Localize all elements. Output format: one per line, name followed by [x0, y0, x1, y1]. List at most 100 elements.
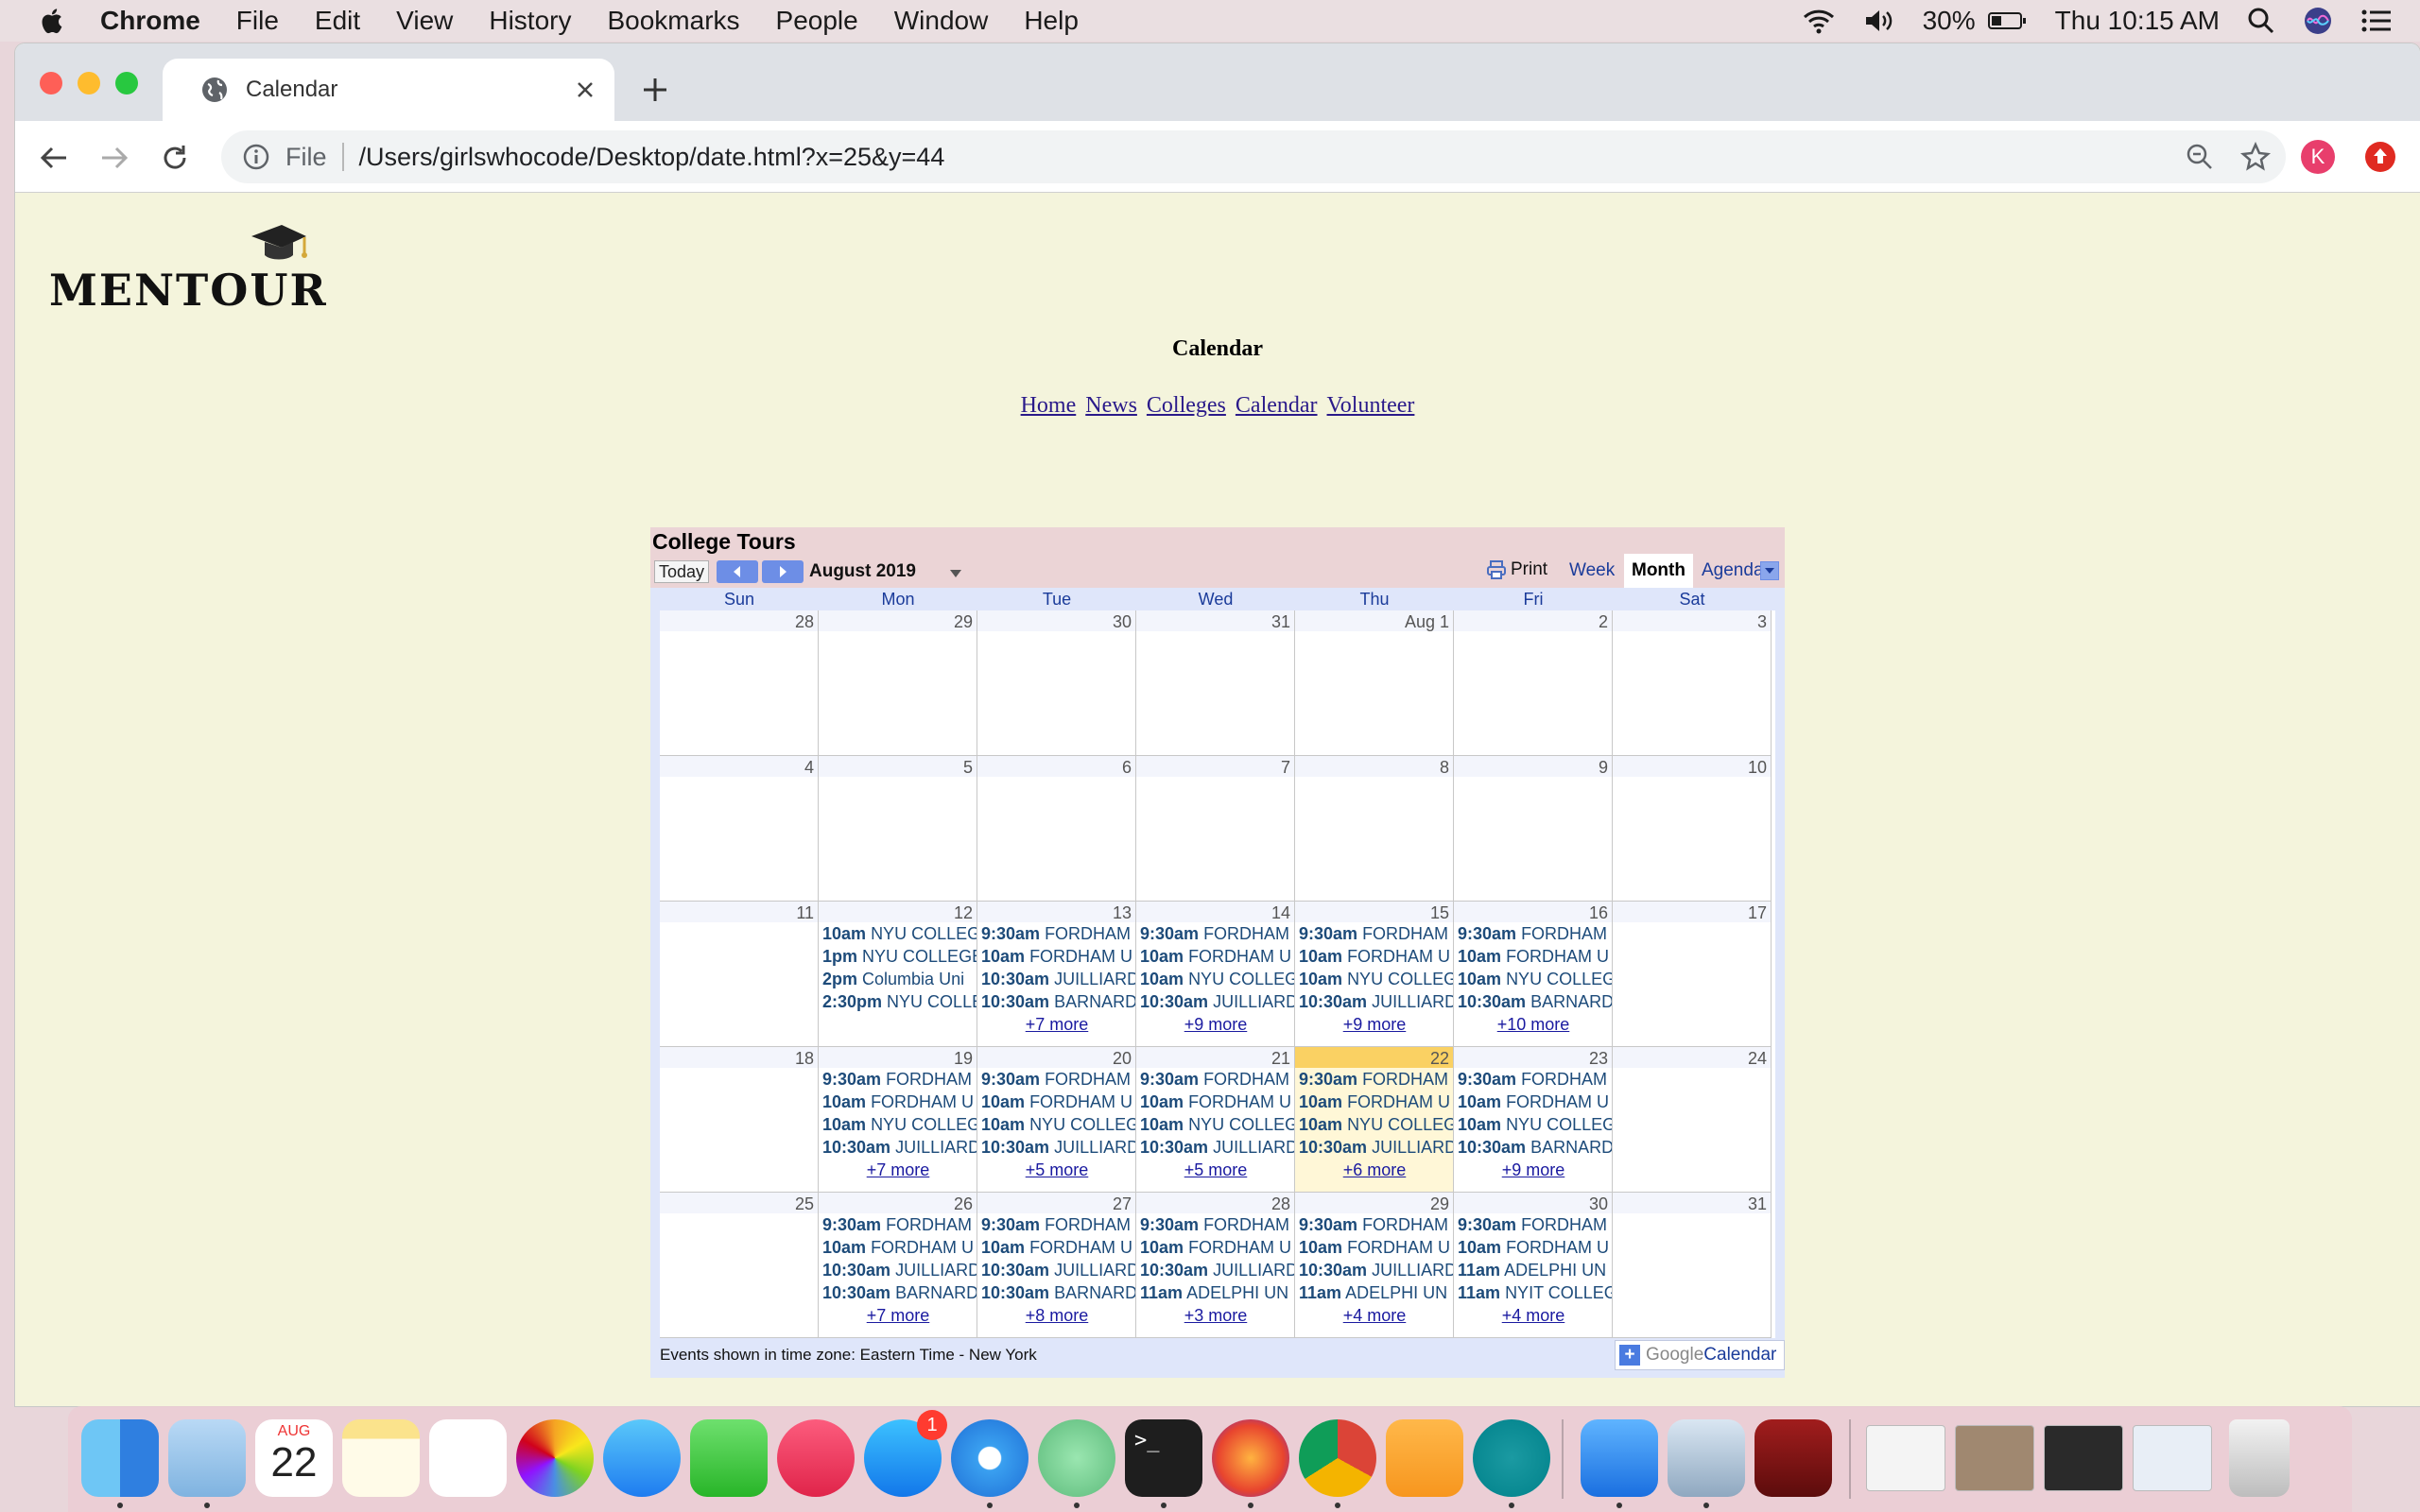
day-cell[interactable]: 2 [1454, 610, 1613, 756]
day-cell[interactable]: 21 9:30am FORDHAM 10am FORDHAM U 10am NYU C… [1136, 1047, 1295, 1193]
flash-icon[interactable] [1754, 1419, 1832, 1497]
chevron-down-icon[interactable] [949, 569, 962, 578]
menu-help[interactable]: Help [1024, 6, 1079, 36]
calendar-event[interactable]: 9:30am FORDHAM [1140, 924, 1294, 944]
day-cell[interactable]: 25 [660, 1193, 819, 1338]
more-events-link[interactable]: +6 more [1295, 1160, 1453, 1180]
day-cell[interactable]: Aug 1 [1295, 610, 1454, 756]
address-bar[interactable]: File /Users/girlswhocode/Desktop/date.ht… [221, 130, 2286, 183]
calendar-event[interactable]: 11am ADELPHI UN [1458, 1261, 1612, 1280]
menu-window[interactable]: Window [894, 6, 989, 36]
more-events-link[interactable]: +9 more [1136, 1015, 1294, 1035]
calendar-event[interactable]: 10:30am BARNARD [981, 992, 1135, 1012]
zoom-icon[interactable] [2186, 143, 2214, 171]
calendar-event[interactable]: 9:30am FORDHAM [981, 1215, 1135, 1235]
calendar-event[interactable]: 10:30am JUILLIARD [1299, 1261, 1453, 1280]
day-cell[interactable]: 13 9:30am FORDHAM 10am FORDHAM U 10:30am JU… [977, 902, 1136, 1047]
view-options-dropdown[interactable] [1760, 561, 1779, 580]
calendar-event[interactable]: 10:30am JUILLIARD [1140, 1261, 1294, 1280]
extension-update-icon[interactable] [2363, 140, 2397, 174]
calendar-event[interactable]: 10:30am BARNARD [822, 1283, 977, 1303]
calendar-event[interactable]: 10am NYU COLLEG [1458, 970, 1612, 989]
volume-icon[interactable] [1862, 6, 1896, 36]
day-cell[interactable]: 18 [660, 1047, 819, 1193]
day-cell[interactable]: 29 [819, 610, 977, 756]
calendar-event[interactable]: 9:30am FORDHAM [822, 1070, 977, 1090]
calendar-event[interactable]: 11am ADELPHI UN [1299, 1283, 1453, 1303]
calendar-event[interactable]: 9:30am FORDHAM [981, 924, 1135, 944]
calendar-event[interactable]: 10am NYU COLLEG [1299, 970, 1453, 989]
trash-icon[interactable] [2229, 1419, 2290, 1497]
calendar-event[interactable]: 9:30am FORDHAM [822, 1215, 977, 1235]
calendar-event[interactable]: 10:30am JUILLIARD [1299, 992, 1453, 1012]
day-cell[interactable]: 7 [1136, 756, 1295, 902]
more-events-link[interactable]: +9 more [1454, 1160, 1612, 1180]
day-cell[interactable]: 11 [660, 902, 819, 1047]
messages-icon[interactable] [603, 1419, 681, 1497]
calendar-event[interactable]: 10am NYU COLLEG [1299, 1115, 1453, 1135]
calendar-event[interactable]: 10am NYU COLLEG [1140, 1115, 1294, 1135]
day-cell[interactable]: 10 [1613, 756, 1772, 902]
minimized-window-thumbnail[interactable] [2133, 1425, 2212, 1491]
more-events-link[interactable]: +5 more [977, 1160, 1135, 1180]
terminal-icon[interactable]: >_ [1125, 1419, 1202, 1497]
nav-link-volunteer[interactable]: Volunteer [1327, 393, 1415, 418]
calendar-event[interactable]: 10am FORDHAM U [981, 1092, 1135, 1112]
prev-month-button[interactable] [717, 560, 758, 583]
more-events-link[interactable]: +4 more [1295, 1306, 1453, 1326]
day-cell[interactable]: 28 [660, 610, 819, 756]
calendar-event[interactable]: 2pm Columbia Uni [822, 970, 977, 989]
day-cell[interactable]: 26 9:30am FORDHAM 10am FORDHAM U 10:30am JU… [819, 1193, 977, 1338]
finder-icon[interactable] [81, 1419, 159, 1497]
notes-icon[interactable] [342, 1419, 420, 1497]
battery-icon[interactable] [1987, 6, 2029, 36]
day-cell[interactable]: 30 [977, 610, 1136, 756]
calendar-event[interactable]: 11am NYIT COLLEG [1458, 1283, 1612, 1303]
back-arrow-icon[interactable] [38, 142, 70, 174]
reminders-icon[interactable] [429, 1419, 507, 1497]
calendar-event[interactable]: 9:30am FORDHAM [1458, 924, 1612, 944]
chrome-icon[interactable] [1299, 1419, 1376, 1497]
calendar-event[interactable]: 10am FORDHAM U [1299, 1238, 1453, 1258]
calendar-event[interactable]: 9:30am FORDHAM [1140, 1215, 1294, 1235]
more-events-link[interactable]: +3 more [1136, 1306, 1294, 1326]
calendar-event[interactable]: 10:30am JUILLIARD [981, 1138, 1135, 1158]
wifi-icon[interactable] [1802, 6, 1836, 36]
today-button[interactable]: Today [654, 560, 709, 583]
calendar-event[interactable]: 10am NYU COLLEG [981, 1115, 1135, 1135]
view-tab-month[interactable]: Month [1624, 554, 1693, 588]
new-tab-icon[interactable] [641, 76, 669, 104]
calendar-event[interactable]: 10am FORDHAM U [1458, 947, 1612, 967]
more-events-link[interactable]: +9 more [1295, 1015, 1453, 1035]
calendar-event[interactable]: 9:30am FORDHAM [1458, 1215, 1612, 1235]
day-cell[interactable]: 12 10am NYU COLLEG 1pm NYU COLLEGE 2pm Colu… [819, 902, 977, 1047]
calendar-event[interactable]: 10am FORDHAM U [1458, 1238, 1612, 1258]
day-cell[interactable]: 16 9:30am FORDHAM 10am FORDHAM U 10am NYU C… [1454, 902, 1613, 1047]
calendar-event[interactable]: 10:30am JUILLIARD [981, 970, 1135, 989]
day-cell[interactable]: 31 [1613, 1193, 1772, 1338]
music-icon[interactable] [777, 1419, 855, 1497]
minimized-window-thumbnail[interactable] [1955, 1425, 2034, 1491]
forward-arrow-icon[interactable] [98, 142, 130, 174]
firefox-icon[interactable] [1212, 1419, 1289, 1497]
day-cell[interactable]: 28 9:30am FORDHAM 10am FORDHAM U 10:30am JU… [1136, 1193, 1295, 1338]
menu-edit[interactable]: Edit [315, 6, 360, 36]
more-events-link[interactable]: +4 more [1454, 1306, 1612, 1326]
day-cell[interactable]: 15 9:30am FORDHAM 10am FORDHAM U 10am NYU C… [1295, 902, 1454, 1047]
nav-link-news[interactable]: News [1085, 393, 1137, 418]
calendar-event[interactable]: 10am NYU COLLEG [1458, 1115, 1612, 1135]
calendar-event[interactable]: 10am FORDHAM U [1458, 1092, 1612, 1112]
view-tab-week[interactable]: Week [1562, 554, 1622, 588]
xcode-icon[interactable] [1581, 1419, 1658, 1497]
calendar-event[interactable]: 10:30am JUILLIARD [981, 1261, 1135, 1280]
mail-icon[interactable] [168, 1419, 246, 1497]
day-cell[interactable]: 6 [977, 756, 1136, 902]
day-cell[interactable]: 30 9:30am FORDHAM 10am FORDHAM U 11am ADELP… [1454, 1193, 1613, 1338]
scratch-icon[interactable] [1386, 1419, 1463, 1497]
menu-file[interactable]: File [236, 6, 279, 36]
menu-app-chrome[interactable]: Chrome [100, 6, 200, 36]
calendar-event[interactable]: 10am FORDHAM U [822, 1092, 977, 1112]
spotlight-search-icon[interactable] [2246, 6, 2276, 36]
calendar-event[interactable]: 10:30am JUILLIARD [822, 1138, 977, 1158]
day-cell[interactable]: 19 9:30am FORDHAM 10am FORDHAM U 10am NYU C… [819, 1047, 977, 1193]
